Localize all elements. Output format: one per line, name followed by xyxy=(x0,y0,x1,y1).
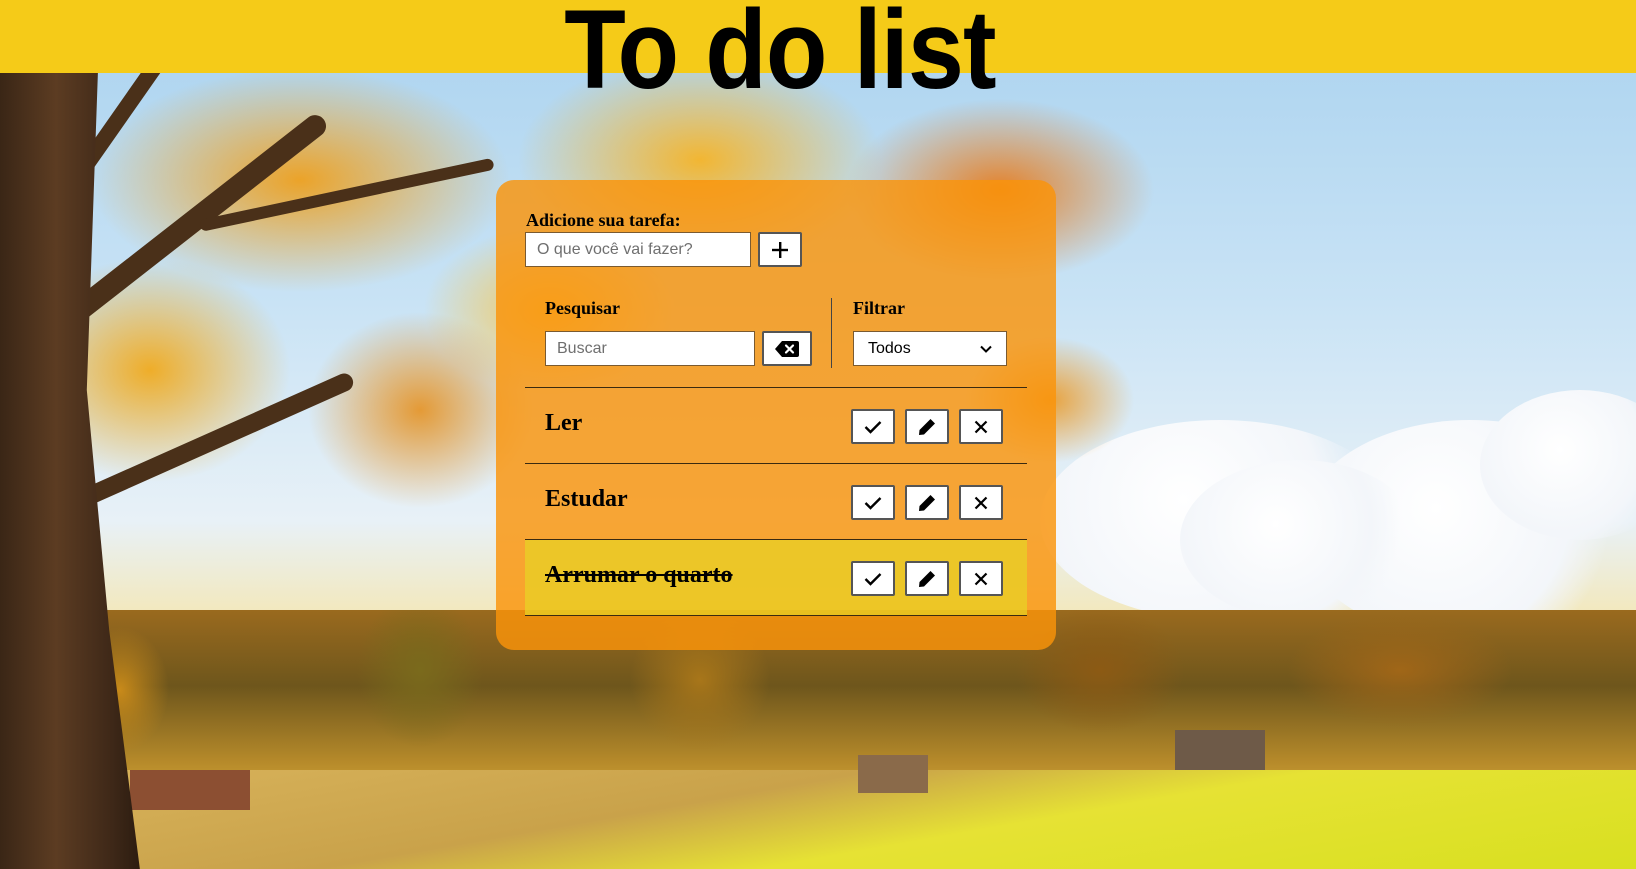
remove-todo-button[interactable] xyxy=(959,409,1003,444)
pencil-icon xyxy=(918,494,936,512)
todo-panel: Adicione sua tarefa: Pesquisar Filtrar T… xyxy=(496,180,1056,650)
backspace-icon xyxy=(775,340,799,357)
search-filter-divider xyxy=(831,298,832,368)
finish-todo-button[interactable] xyxy=(851,561,895,596)
finish-todo-button[interactable] xyxy=(851,485,895,520)
todo-list: Ler Estudar Arrumar o quarto xyxy=(525,387,1027,616)
filter-label: Filtrar xyxy=(853,298,905,318)
app-header: To do list xyxy=(0,0,1636,106)
edit-todo-button[interactable] xyxy=(905,561,949,596)
todo-item: Ler xyxy=(525,387,1027,463)
add-task-button[interactable] xyxy=(758,232,802,267)
edit-todo-button[interactable] xyxy=(905,409,949,444)
remove-todo-button[interactable] xyxy=(959,485,1003,520)
pencil-icon xyxy=(918,418,936,436)
pencil-icon xyxy=(918,570,936,588)
filter-select[interactable]: Todos xyxy=(853,331,1007,366)
todo-title: Arrumar o quarto xyxy=(545,562,733,588)
todo-title: Ler xyxy=(545,410,583,436)
plus-icon xyxy=(771,241,789,259)
close-icon xyxy=(974,572,988,586)
check-icon xyxy=(864,420,882,434)
erase-search-button[interactable] xyxy=(762,331,812,366)
close-icon xyxy=(974,420,988,434)
remove-todo-button[interactable] xyxy=(959,561,1003,596)
chevron-down-icon xyxy=(980,345,992,353)
page-title: To do list xyxy=(564,0,996,112)
farmhouse xyxy=(1175,730,1265,770)
add-task-input[interactable] xyxy=(525,232,751,267)
close-icon xyxy=(974,496,988,510)
check-icon xyxy=(864,572,882,586)
search-label: Pesquisar xyxy=(545,298,621,318)
finish-todo-button[interactable] xyxy=(851,409,895,444)
edit-todo-button[interactable] xyxy=(905,485,949,520)
barn xyxy=(858,755,928,793)
check-icon xyxy=(864,496,882,510)
todo-item: Estudar xyxy=(525,463,1027,539)
filter-selected-value: Todos xyxy=(868,339,911,357)
shed xyxy=(130,770,250,810)
search-input[interactable] xyxy=(545,331,755,366)
todo-item-done: Arrumar o quarto xyxy=(525,539,1027,616)
todo-title: Estudar xyxy=(545,486,628,512)
add-task-label: Adicione sua tarefa: xyxy=(526,210,681,230)
